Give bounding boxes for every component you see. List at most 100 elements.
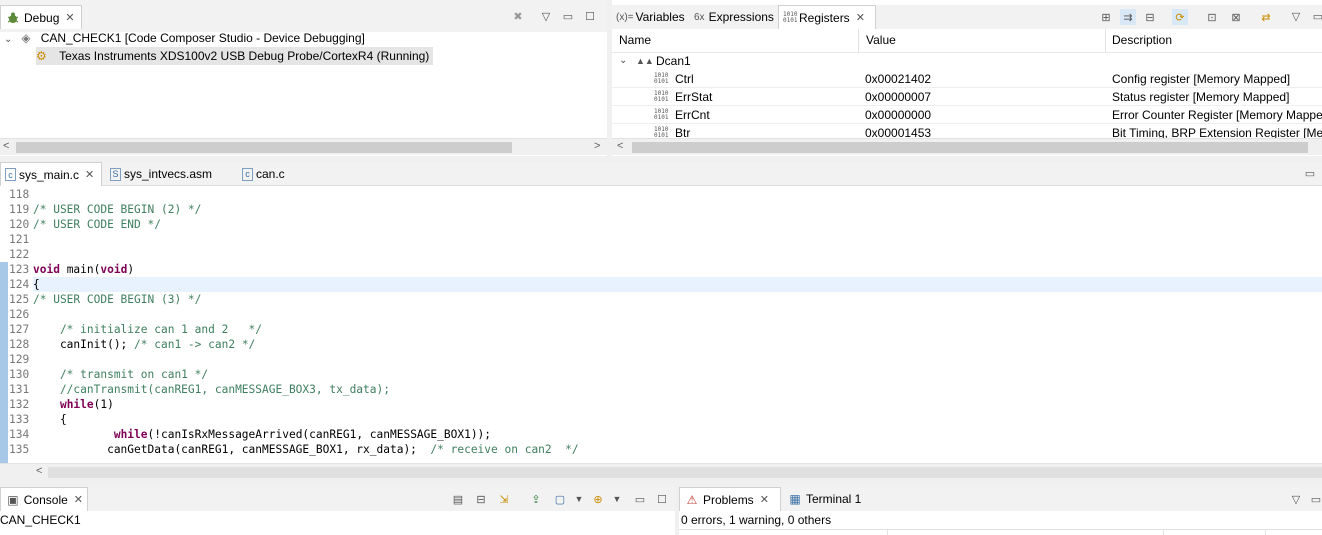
tab-problems[interactable]: ⚠ Problems ✕ bbox=[679, 487, 781, 511]
code-line: 118 bbox=[9, 188, 30, 201]
register-value: 0x00000000 bbox=[865, 108, 932, 122]
tab-expressions[interactable]: 6x Expressions bbox=[690, 5, 778, 29]
scroll-left-icon[interactable]: < bbox=[617, 140, 623, 152]
close-icon[interactable]: ✕ bbox=[85, 168, 94, 181]
register-name: Btr bbox=[675, 126, 691, 138]
register-icon: 1010 0101 bbox=[654, 126, 669, 139]
minimize-icon[interactable]: ▭ bbox=[632, 491, 648, 507]
register-group-icon: ▲▲ bbox=[636, 56, 654, 66]
console-icon: ▣ bbox=[7, 492, 19, 507]
minimize-icon[interactable]: ▭ bbox=[560, 8, 576, 24]
register-name: ErrCnt bbox=[675, 108, 710, 122]
code-line: 133 { bbox=[9, 413, 67, 426]
remove-all-terminated-icon[interactable]: ✖ bbox=[510, 8, 526, 24]
chevron-down-icon[interactable]: ⌄ bbox=[4, 31, 18, 49]
register-icon: 1010 0101 bbox=[654, 108, 669, 121]
scroll-thumb[interactable] bbox=[632, 142, 1308, 153]
new-view-icon[interactable]: ⊡ bbox=[1204, 9, 1220, 25]
scroll-thumb[interactable] bbox=[16, 142, 512, 153]
display-selected-console-icon[interactable]: ▢ bbox=[552, 491, 568, 507]
chevron-down-icon[interactable]: ⌄ bbox=[619, 52, 627, 70]
column-header-value[interactable]: Value bbox=[866, 33, 896, 47]
scroll-left-icon[interactable]: < bbox=[3, 140, 9, 152]
registers-table-header: Name Value Description bbox=[612, 29, 1322, 53]
c-file-icon: c bbox=[242, 167, 253, 181]
debug-view: Debug ✕ ✖ ▽ ▭ ☐ ⌄ ◈ CAN_CHECK1 [Code Com… bbox=[0, 0, 607, 156]
debug-hscrollbar[interactable]: < > bbox=[0, 138, 607, 155]
tab-sys-main[interactable]: c sys_main.c ✕ bbox=[0, 162, 102, 186]
registers-icon: 1010 0101 bbox=[783, 10, 798, 24]
register-description: Bit Timing, BRP Extension Register [Memo… bbox=[1112, 126, 1322, 138]
column-header-name[interactable]: Name bbox=[619, 33, 651, 47]
tab-debug[interactable]: Debug ✕ bbox=[0, 5, 82, 29]
view-menu-icon[interactable]: ▽ bbox=[538, 8, 554, 24]
scroll-right-icon[interactable]: > bbox=[594, 140, 600, 152]
asm-file-icon: S bbox=[110, 167, 121, 181]
minimize-icon[interactable]: ▭ bbox=[1302, 165, 1318, 181]
column-header-description[interactable]: Description bbox=[1112, 33, 1172, 47]
chevron-down-icon[interactable]: ▼ bbox=[571, 491, 587, 507]
view-menu-icon[interactable]: ▽ bbox=[1288, 491, 1304, 507]
collapse-all-icon[interactable]: ⊟ bbox=[1142, 9, 1158, 25]
c-file-icon: c bbox=[5, 168, 16, 181]
sash[interactable] bbox=[0, 480, 1322, 487]
maximize-icon[interactable]: ☐ bbox=[582, 8, 598, 24]
debug-target-label: Texas Instruments XDS100v2 USB Debug Pro… bbox=[59, 49, 430, 63]
code-line: 122 bbox=[9, 248, 30, 261]
code-line: 131 //canTransmit(canREG1, canMESSAGE_BO… bbox=[9, 383, 390, 396]
tab-sys-intvecs-label: sys_intvecs.asm bbox=[124, 167, 213, 181]
table-row[interactable]: 1010 0101 Btr 0x00001453 Bit Timing, BRP … bbox=[612, 124, 1322, 138]
current-line-highlight bbox=[33, 277, 1322, 292]
scroll-left-icon[interactable]: < bbox=[36, 465, 42, 477]
close-icon[interactable]: ✕ bbox=[74, 493, 83, 506]
tab-variables[interactable]: (x)= Variables bbox=[612, 5, 689, 29]
register-value: 0x00001453 bbox=[865, 126, 932, 138]
register-value: 0x00021402 bbox=[865, 72, 932, 86]
code-line: 135 canGetData(canREG1, canMESSAGE_BOX1,… bbox=[9, 443, 579, 456]
tab-expressions-label: Expressions bbox=[708, 10, 774, 24]
clear-console-icon[interactable]: ▤ bbox=[450, 491, 466, 507]
tab-registers[interactable]: 1010 0101 Registers ✕ bbox=[778, 5, 876, 29]
variables-icon: (x)= bbox=[616, 11, 634, 23]
tab-registers-label: Registers bbox=[799, 10, 850, 25]
table-row[interactable]: 1010 0101 ErrStat 0x00000007 Status regis… bbox=[612, 88, 1322, 106]
code-editor[interactable]: 118 119/* USER CODE BEGIN (2) */ 120/* U… bbox=[0, 187, 1322, 463]
chevron-down-icon[interactable]: ▼ bbox=[609, 491, 625, 507]
code-line: 134 while(!canIsRxMessageArrived(canREG1… bbox=[9, 428, 492, 441]
debug-target-item[interactable]: ⚙ Texas Instruments XDS100v2 USB Debug P… bbox=[36, 47, 434, 65]
scroll-lock-icon[interactable]: ⊟ bbox=[473, 491, 489, 507]
tab-console[interactable]: ▣ Console ✕ bbox=[0, 487, 88, 511]
code-line: 125/* USER CODE BEGIN (3) */ bbox=[9, 293, 202, 306]
view-menu-icon[interactable]: ▽ bbox=[1288, 8, 1304, 24]
close-icon[interactable]: ✕ bbox=[65, 11, 74, 24]
new-register-group-icon[interactable]: ⊞ bbox=[1098, 9, 1114, 25]
code-line: 132 while(1) bbox=[9, 398, 114, 411]
tab-variables-label: Variables bbox=[635, 10, 685, 24]
tab-terminal[interactable]: ▦ Terminal 1 bbox=[783, 487, 865, 511]
word-wrap-icon[interactable]: ⇲ bbox=[496, 491, 512, 507]
show-type-names-icon[interactable]: ⇉ bbox=[1120, 9, 1136, 25]
open-console-icon[interactable]: ⊕ bbox=[590, 491, 606, 507]
registers-hscrollbar[interactable]: < bbox=[612, 138, 1322, 155]
pin-console-icon[interactable]: ⇪ bbox=[528, 491, 544, 507]
debug-session-item[interactable]: ⌄ ◈ CAN_CHECK1 [Code Composer Studio - D… bbox=[4, 29, 365, 47]
tab-sys-intvecs[interactable]: S sys_intvecs.asm bbox=[106, 162, 216, 186]
editor-hscrollbar[interactable]: < bbox=[0, 463, 1322, 480]
continuous-refresh-icon[interactable]: ⇄ bbox=[1258, 9, 1274, 25]
code-line: 121 bbox=[9, 233, 30, 246]
code-line: 127 /* initialize can 1 and 2 */ bbox=[9, 323, 263, 336]
tab-can-label: can.c bbox=[256, 167, 285, 181]
register-value: 0x00000007 bbox=[865, 90, 932, 104]
table-row[interactable]: 1010 0101 ErrCnt 0x00000000 Error Counter… bbox=[612, 106, 1322, 124]
refresh-icon[interactable]: ⟳ bbox=[1172, 9, 1188, 25]
minimize-icon[interactable]: ▭ bbox=[1310, 8, 1322, 24]
pin-icon[interactable]: ⊠ bbox=[1228, 9, 1244, 25]
scroll-thumb[interactable] bbox=[48, 467, 1322, 478]
table-row[interactable]: 1010 0101 Ctrl 0x00021402 Config register… bbox=[612, 70, 1322, 88]
tab-can[interactable]: c can.c bbox=[238, 162, 289, 186]
close-icon[interactable]: ✕ bbox=[856, 11, 865, 24]
register-group-row[interactable]: ⌄ ▲▲ Dcan1 bbox=[612, 52, 1322, 70]
maximize-icon[interactable]: ☐ bbox=[654, 491, 670, 507]
close-icon[interactable]: ✕ bbox=[760, 493, 769, 506]
minimize-icon[interactable]: ▭ bbox=[1308, 491, 1322, 507]
